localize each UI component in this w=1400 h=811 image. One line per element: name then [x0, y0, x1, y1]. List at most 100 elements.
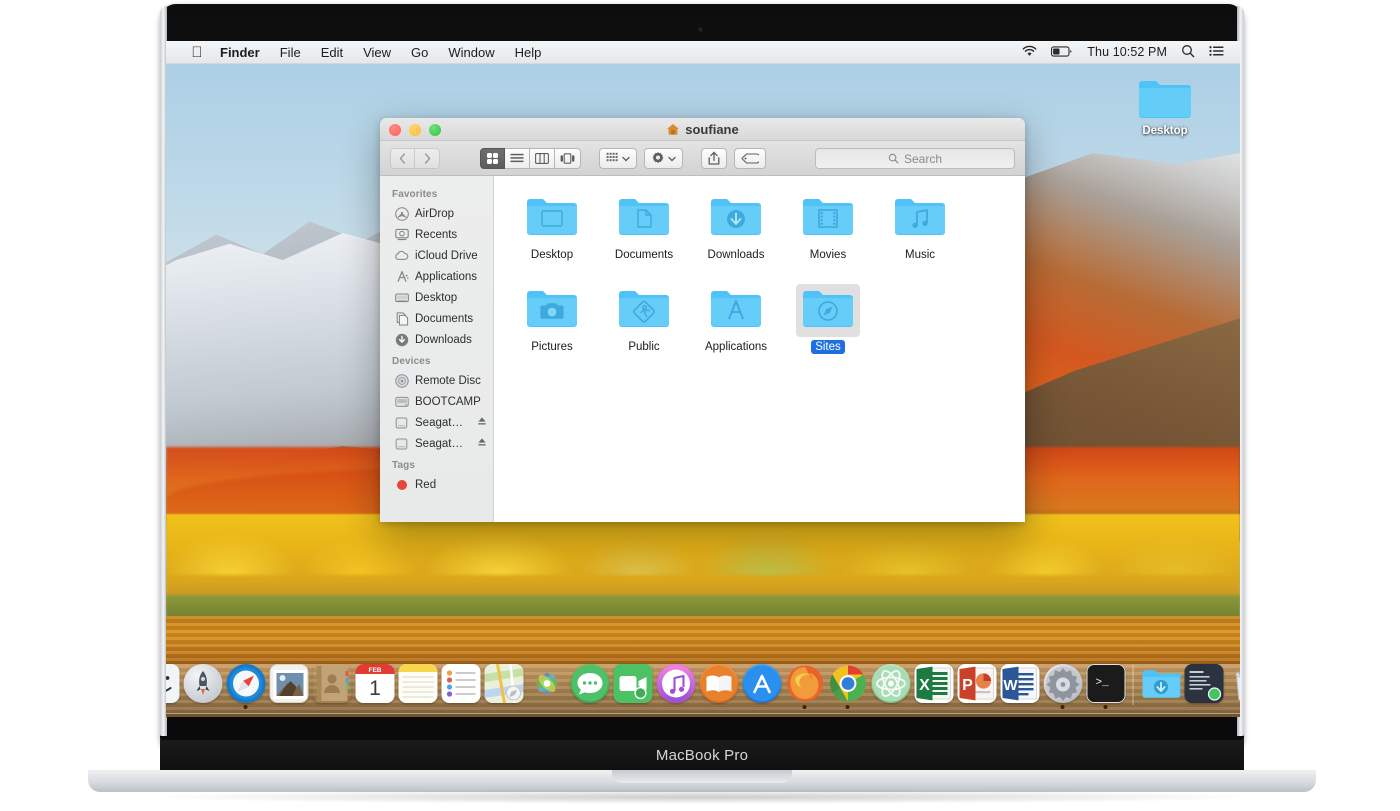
file-item-documents[interactable]: Documents	[598, 190, 690, 282]
finder-title-group: soufiane	[380, 118, 1025, 141]
sidebar-item-label: Remote Disc	[415, 374, 481, 387]
finder-titlebar[interactable]: soufiane	[380, 118, 1025, 141]
navigation-buttons	[390, 147, 440, 169]
dock-item-excel[interactable]: X	[914, 664, 954, 709]
action-gear-button[interactable]	[644, 147, 683, 169]
dock-item-safari[interactable]	[226, 664, 266, 709]
folder-desktop-icon	[527, 199, 577, 235]
file-item-downloads[interactable]: Downloads	[690, 190, 782, 282]
dock-item-chrome[interactable]	[828, 664, 868, 709]
menu-item-help[interactable]: Help	[505, 41, 552, 64]
icloud-icon	[394, 248, 409, 263]
dock-item-photos[interactable]	[527, 664, 567, 709]
desktop-icon-desktop[interactable]: Desktop	[1122, 77, 1208, 137]
search-placeholder: Search	[903, 151, 943, 166]
file-item-label: Downloads	[707, 249, 765, 261]
column-view-button[interactable]	[530, 147, 555, 169]
dock-item-messages[interactable]	[570, 664, 610, 709]
eject-icon[interactable]	[477, 437, 487, 450]
sidebar-item-documents[interactable]: Documents	[380, 308, 493, 329]
svg-text:P: P	[962, 677, 973, 694]
dock-item-app-store[interactable]	[742, 664, 782, 709]
dock-item-word[interactable]: W	[1000, 664, 1040, 709]
dock-item-atom[interactable]	[871, 664, 911, 709]
menu-item-go[interactable]: Go	[401, 41, 438, 64]
edit-tags-button[interactable]	[734, 147, 766, 169]
dock-item-notes[interactable]	[398, 664, 438, 709]
wifi-icon[interactable]	[1022, 45, 1037, 60]
sidebar-item-downloads[interactable]: Downloads	[380, 329, 493, 350]
laptop-base-notch	[612, 770, 792, 783]
back-button[interactable]	[390, 147, 415, 169]
svg-text:FEB: FEB	[368, 667, 381, 674]
forward-button[interactable]	[415, 147, 440, 169]
menu-bar:  Finder File Edit View Go Window Help	[166, 41, 1240, 64]
share-button[interactable]	[701, 147, 727, 169]
sidebar-header-tags: Tags	[392, 460, 415, 471]
gallery-view-button[interactable]	[555, 147, 581, 169]
sidebar-item-label: BOOTCAMP	[415, 395, 481, 408]
file-item-pictures[interactable]: Pictures	[506, 282, 598, 374]
menu-item-window[interactable]: Window	[438, 41, 504, 64]
spotlight-search-icon[interactable]	[1181, 44, 1195, 61]
device-model-label: MacBook Pro	[160, 740, 1244, 770]
search-field[interactable]: Search	[815, 148, 1015, 169]
sidebar-item-icloud-drive[interactable]: iCloud Drive	[380, 245, 493, 266]
dock-item-calendar[interactable]: FEB 1	[355, 664, 395, 709]
dock-item-contacts[interactable]	[312, 664, 352, 709]
sidebar-item-desktop[interactable]: Desktop	[380, 287, 493, 308]
sidebar-item-remote-disc[interactable]: Remote Disc	[380, 370, 493, 391]
dock-item-launchpad[interactable]	[183, 664, 223, 709]
sidebar-item-seagate-1[interactable]: Seagat…	[380, 412, 493, 433]
finder-content-area[interactable]: Desktop Documents Downloads Movies Music…	[494, 176, 1025, 522]
dock-item-itunes[interactable]	[656, 664, 696, 709]
file-item-movies[interactable]: Movies	[782, 190, 874, 282]
sidebar-item-recents[interactable]: Recents	[380, 224, 493, 245]
downloads-icon	[394, 332, 409, 347]
icon-view-button[interactable]	[480, 147, 505, 169]
dock-item-firefox[interactable]	[785, 664, 825, 709]
dock-item-powerpoint[interactable]: P	[957, 664, 997, 709]
file-item-public[interactable]: Public	[598, 282, 690, 374]
notification-center-icon[interactable]	[1209, 45, 1224, 60]
menubar-clock[interactable]: Thu 10:52 PM	[1087, 45, 1167, 59]
documents-icon	[394, 311, 409, 326]
dock-item-maps[interactable]	[484, 664, 524, 709]
file-item-sites[interactable]: Sites	[782, 282, 874, 374]
hard-drive-icon	[394, 394, 409, 409]
airdrop-icon	[394, 206, 409, 221]
dock-item-ibooks[interactable]	[699, 664, 739, 709]
eject-icon[interactable]	[477, 416, 487, 429]
sidebar-item-bootcamp[interactable]: BOOTCAMP	[380, 391, 493, 412]
dock-item-mail[interactable]	[269, 664, 309, 709]
folder-public-icon	[619, 291, 669, 327]
sidebar-item-tag-red[interactable]: Red	[380, 474, 493, 495]
sidebar-item-applications[interactable]: Applications	[380, 266, 493, 287]
list-view-button[interactable]	[505, 147, 530, 169]
finder-window[interactable]: soufiane Search Favorites AirDrop Recent…	[380, 118, 1025, 522]
dock-item-document-window[interactable]	[1184, 664, 1224, 709]
apple-menu[interactable]: 	[180, 41, 214, 64]
battery-icon[interactable]	[1051, 45, 1073, 60]
folder-applications-icon	[711, 291, 761, 327]
file-item-applications[interactable]: Applications	[690, 282, 782, 374]
arrange-by-button[interactable]	[599, 147, 637, 169]
file-item-desktop[interactable]: Desktop	[506, 190, 598, 282]
folder-music-icon	[895, 199, 945, 235]
menu-item-edit[interactable]: Edit	[311, 41, 353, 64]
menu-item-file[interactable]: File	[270, 41, 311, 64]
menu-item-finder[interactable]: Finder	[214, 41, 270, 64]
dock-item-reminders[interactable]	[441, 664, 481, 709]
sidebar-item-airdrop[interactable]: AirDrop	[380, 203, 493, 224]
dock-item-finder[interactable]	[166, 664, 180, 709]
folder-movies-icon	[803, 199, 853, 235]
dock-item-trash[interactable]	[1227, 664, 1240, 709]
file-item-music[interactable]: Music	[874, 190, 966, 282]
folder-icon	[1139, 81, 1191, 118]
dock-item-system-preferences[interactable]	[1043, 664, 1083, 709]
dock-item-downloads-stack[interactable]	[1141, 664, 1181, 709]
sidebar-item-seagate-2[interactable]: Seagat…	[380, 433, 493, 454]
menu-item-view[interactable]: View	[353, 41, 401, 64]
dock-item-facetime[interactable]	[613, 664, 653, 709]
dock-item-terminal[interactable]: >_	[1086, 664, 1126, 709]
